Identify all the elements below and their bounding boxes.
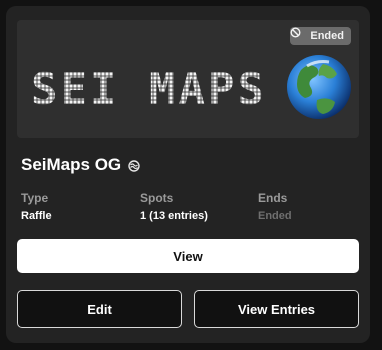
ends-value: Ended — [258, 210, 292, 222]
type-field: Type Raffle — [21, 190, 52, 224]
view-entries-button[interactable]: View Entries — [194, 290, 359, 328]
project-banner: SEI MAPS Ended — [17, 20, 359, 138]
spots-value: 1 (13 entries) — [140, 210, 208, 222]
title-row: SeiMaps OG — [21, 155, 140, 175]
raffle-card: SEI MAPS Ended SeiMaps OG Type Raffle Sp… — [6, 6, 370, 343]
ban-icon — [290, 27, 306, 42]
status-badge-label: Ended — [310, 30, 344, 42]
type-value: Raffle — [21, 210, 52, 222]
raffle-details: Type Raffle Spots 1 (13 entries) Ends En… — [21, 190, 361, 226]
spots-label: Spots — [140, 191, 174, 205]
type-label: Type — [21, 191, 49, 205]
status-badge: Ended — [290, 27, 351, 45]
svg-text:SEI MAPS: SEI MAPS — [31, 64, 267, 115]
sei-logo-icon — [128, 159, 140, 172]
view-button[interactable]: View — [17, 239, 359, 273]
edit-button[interactable]: Edit — [17, 290, 182, 328]
spots-field: Spots 1 (13 entries) — [140, 190, 208, 224]
ends-label: Ends — [258, 191, 288, 205]
ends-field: Ends Ended — [258, 190, 292, 224]
collection-title: SeiMaps OG — [21, 155, 122, 174]
